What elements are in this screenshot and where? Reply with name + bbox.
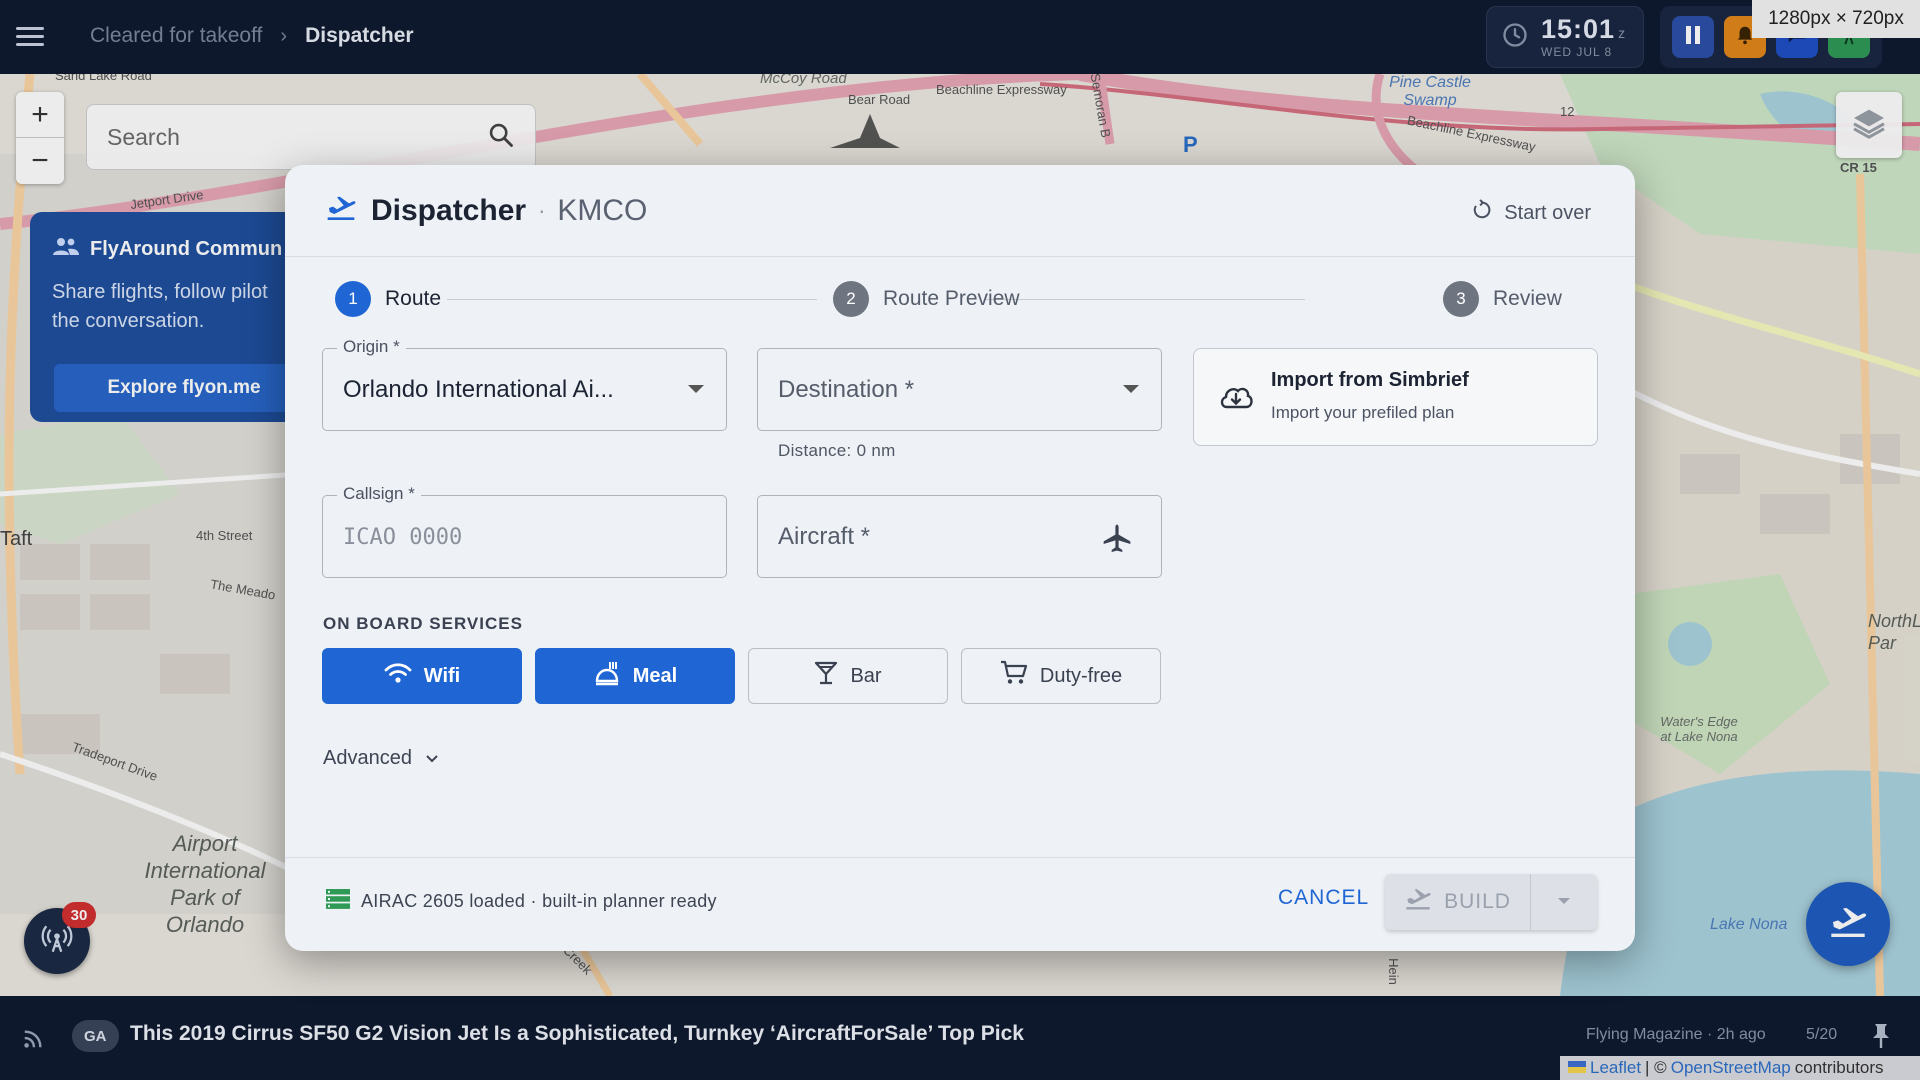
service-bar-label: Bar	[850, 664, 882, 687]
build-label: BUILD	[1444, 890, 1511, 913]
wifi-icon	[384, 662, 412, 690]
destination-placeholder: Destination *	[778, 376, 915, 403]
chevron-down-icon	[424, 747, 440, 770]
step-route-preview[interactable]: 2 Route Preview	[833, 281, 1020, 317]
dispatcher-dialog: Dispatcher · KMCO Start over 1 Route 2 R…	[285, 165, 1635, 951]
advanced-label: Advanced	[323, 747, 412, 769]
dropdown-arrow-icon	[688, 385, 704, 393]
cocktail-icon	[814, 660, 838, 692]
service-meal-label: Meal	[632, 664, 678, 687]
build-split-button: BUILD	[1385, 874, 1597, 930]
service-wifi-toggle[interactable]: Wifi	[322, 648, 522, 704]
title-separator: ·	[538, 197, 546, 223]
origin-value: Orlando International Ai...	[343, 376, 614, 403]
dropdown-arrow-icon	[1123, 385, 1139, 393]
service-bar-toggle[interactable]: Bar	[748, 648, 948, 704]
cancel-button[interactable]: CANCEL	[1278, 886, 1369, 910]
service-wifi-label: Wifi	[423, 664, 461, 687]
advanced-toggle[interactable]: Advanced	[323, 747, 440, 770]
origin-select[interactable]: Origin * Orlando International Ai...	[322, 337, 727, 431]
stepper: 1 Route 2 Route Preview 3 Review	[335, 281, 1587, 319]
service-meal-toggle[interactable]: Meal	[535, 648, 735, 704]
caret-down-icon	[1557, 893, 1571, 911]
start-over-label: Start over	[1504, 201, 1591, 224]
dialog-title: Dispatcher	[371, 193, 527, 227]
service-duty-free-toggle[interactable]: Duty-free	[961, 648, 1161, 704]
meal-icon	[593, 660, 621, 692]
database-icon	[325, 888, 351, 915]
dialog-airport-code: KMCO	[557, 193, 648, 227]
restart-icon	[1470, 199, 1492, 227]
callsign-field[interactable]: Callsign * ICAO 0000	[322, 484, 727, 578]
destination-select[interactable]: Destination *	[757, 348, 1162, 431]
start-over-button[interactable]: Start over	[1470, 199, 1591, 227]
import-subtitle: Import your prefiled plan	[1271, 403, 1455, 422]
import-simbrief-button[interactable]: Import from Simbrief Import your prefile…	[1193, 348, 1598, 446]
onboard-services-heading: ON BOARD SERVICES	[323, 614, 523, 633]
step-review[interactable]: 3 Review	[1443, 281, 1562, 317]
airac-status-text: AIRAC 2605 loaded · built-in planner rea…	[361, 891, 717, 911]
build-options-button[interactable]	[1531, 874, 1597, 930]
cloud-download-icon	[1218, 382, 1254, 417]
airac-status: AIRAC 2605 loaded · built-in planner rea…	[325, 888, 717, 915]
import-title: Import from Simbrief	[1271, 369, 1469, 391]
step-connector	[447, 299, 817, 300]
airplane-icon	[1101, 522, 1133, 559]
callsign-label: Callsign *	[337, 484, 421, 504]
departure-plane-icon	[325, 194, 357, 227]
service-duty-free-label: Duty-free	[1039, 664, 1123, 687]
origin-label: Origin *	[337, 337, 406, 357]
build-button[interactable]: BUILD	[1385, 874, 1531, 930]
distance-helper: Distance: 0 nm	[778, 441, 896, 460]
step-route[interactable]: 1 Route	[335, 281, 441, 317]
cart-icon	[1000, 660, 1028, 692]
dialog-footer: AIRAC 2605 loaded · built-in planner rea…	[285, 857, 1635, 951]
takeoff-icon	[1404, 887, 1432, 917]
aircraft-select[interactable]: Aircraft *	[757, 495, 1162, 578]
dialog-header: Dispatcher · KMCO Start over	[285, 165, 1635, 257]
callsign-placeholder: ICAO 0000	[343, 525, 463, 550]
step-connector	[985, 299, 1305, 300]
aircraft-placeholder: Aircraft *	[778, 523, 871, 550]
